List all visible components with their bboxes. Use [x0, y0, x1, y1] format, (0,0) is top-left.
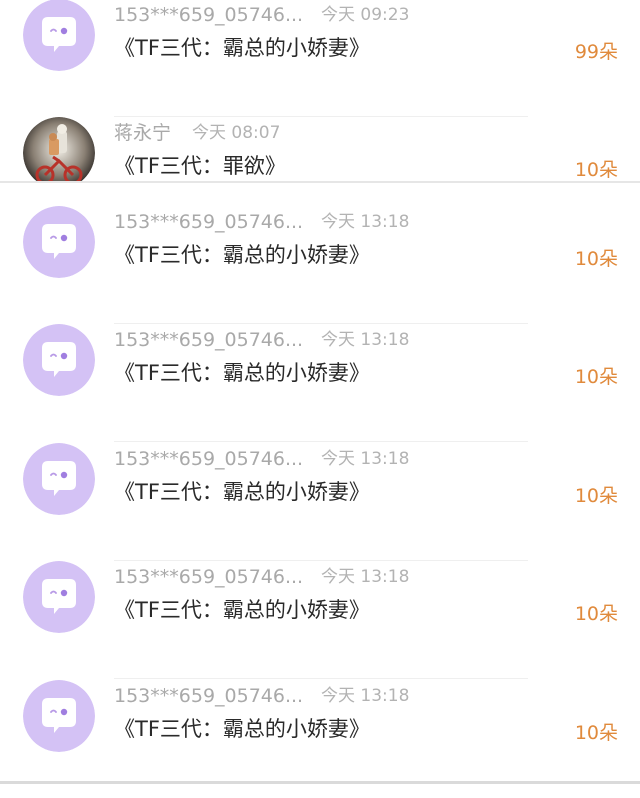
speech-bubble-icon: [23, 324, 95, 396]
message-meta: 蒋永宁 今天 08:07: [114, 118, 280, 148]
speech-bubble-avatar[interactable]: [23, 324, 95, 396]
message-title: 《TF三代：霸总的小娇妻》: [114, 598, 370, 622]
message-time: 今天 09:23: [321, 5, 410, 25]
message-title: 《TF三代：罪欲》: [114, 154, 286, 178]
list-item[interactable]: 153***659_05746... 今天 13:18 《TF三代：霸总的小娇妻…: [0, 324, 640, 442]
message-time: 今天 13:18: [321, 449, 410, 469]
list-item[interactable]: 153***659_05746... 今天 13:18 《TF三代：霸总的小娇妻…: [0, 443, 640, 561]
gift-count: 10朵: [574, 485, 618, 507]
speech-bubble-icon: [23, 680, 95, 752]
sender-name: 153***659_05746...: [114, 566, 304, 588]
message-time: 今天 13:18: [321, 567, 410, 587]
gift-message-list: 153***659_05746... 今天 09:23 《TF三代：霸总的小娇妻…: [0, 0, 640, 784]
speech-bubble-icon: [23, 443, 95, 515]
speech-bubble-avatar[interactable]: [23, 0, 95, 71]
row-divider: [114, 678, 528, 679]
sender-name: 153***659_05746...: [114, 329, 304, 351]
speech-bubble-icon: [23, 0, 95, 71]
gift-count: 10朵: [574, 366, 618, 388]
gift-count: 10朵: [574, 603, 618, 625]
photo-avatar[interactable]: [23, 117, 95, 181]
gift-count: 10朵: [574, 248, 618, 270]
speech-bubble-icon: [23, 561, 95, 633]
list-item[interactable]: 153***659_05746... 今天 09:23 《TF三代：霸总的小娇妻…: [0, 0, 640, 117]
message-title: 《TF三代：霸总的小娇妻》: [114, 36, 370, 60]
message-time: 今天 13:18: [321, 686, 410, 706]
speech-bubble-icon: [23, 206, 95, 278]
photo-avatar-image: [23, 117, 95, 181]
list-item[interactable]: 蒋永宁 今天 08:07 《TF三代：罪欲》 10朵: [0, 117, 640, 181]
sender-name: 153***659_05746...: [114, 211, 304, 233]
message-title: 《TF三代：霸总的小娇妻》: [114, 717, 370, 741]
sender-name: 153***659_05746...: [114, 4, 304, 26]
gift-count: 10朵: [574, 722, 618, 744]
speech-bubble-avatar[interactable]: [23, 206, 95, 278]
speech-bubble-avatar[interactable]: [23, 680, 95, 752]
message-title: 《TF三代：霸总的小娇妻》: [114, 361, 370, 385]
message-meta: 153***659_05746... 今天 13:18: [114, 444, 409, 474]
sender-name: 153***659_05746...: [114, 685, 304, 707]
message-meta: 153***659_05746... 今天 13:18: [114, 562, 409, 592]
message-meta: 153***659_05746... 今天 09:23: [114, 0, 409, 30]
section-overlap-edge: [0, 181, 640, 183]
row-divider: [114, 441, 528, 442]
sender-name: 蒋永宁: [114, 122, 172, 144]
message-meta: 153***659_05746... 今天 13:18: [114, 325, 409, 355]
list-item[interactable]: 153***659_05746... 今天 13:18 《TF三代：霸总的小娇妻…: [0, 561, 640, 679]
message-meta: 153***659_05746... 今天 13:18: [114, 207, 409, 237]
message-time: 今天 13:18: [321, 212, 410, 232]
gift-count: 99朵: [574, 41, 618, 63]
message-meta: 153***659_05746... 今天 13:18: [114, 681, 409, 711]
message-title: 《TF三代：霸总的小娇妻》: [114, 480, 370, 504]
sender-name: 153***659_05746...: [114, 448, 304, 470]
speech-bubble-avatar[interactable]: [23, 561, 95, 633]
gift-count: 10朵: [574, 159, 618, 181]
message-time: 今天 13:18: [321, 330, 410, 350]
list-item[interactable]: 153***659_05746... 今天 13:18 《TF三代：霸总的小娇妻…: [0, 206, 640, 324]
speech-bubble-avatar[interactable]: [23, 443, 95, 515]
message-time: 今天 08:07: [192, 123, 281, 143]
message-title: 《TF三代：霸总的小娇妻》: [114, 243, 370, 267]
